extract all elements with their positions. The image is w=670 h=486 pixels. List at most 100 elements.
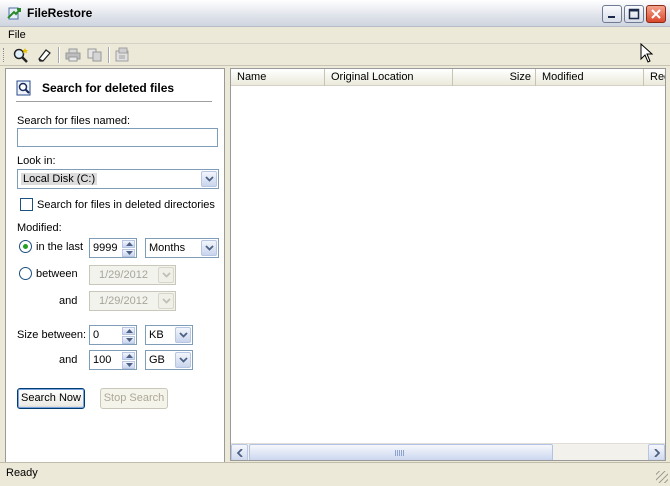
deleted-dirs-checkbox[interactable] [20, 198, 33, 211]
scroll-right-button[interactable] [648, 444, 665, 460]
size-max-spinner[interactable]: 100 [89, 350, 137, 370]
status-bar: Ready [0, 462, 670, 486]
menu-file[interactable]: File [8, 29, 26, 41]
unit-dropdown-button[interactable] [175, 327, 191, 343]
close-button[interactable] [646, 5, 666, 23]
date-picker-button[interactable] [158, 293, 174, 309]
toolbar-grip[interactable] [3, 48, 6, 62]
chevron-down-icon [205, 176, 214, 182]
files-named-input[interactable] [17, 128, 218, 147]
column-header-name[interactable]: Name [231, 69, 325, 86]
size-min-spinner[interactable]: 0 [89, 325, 137, 345]
close-icon [651, 9, 661, 19]
size-max-value: 100 [93, 354, 112, 366]
search-panel: Search for deleted files Search for file… [5, 68, 225, 463]
chevron-down-icon [126, 363, 133, 367]
in-the-last-radio[interactable] [19, 240, 32, 253]
search-files-icon [16, 80, 31, 96]
in-the-last-spinner[interactable]: 9999 [89, 238, 137, 258]
size-and-label: and [59, 354, 78, 366]
chevron-down-icon [179, 332, 188, 338]
chevron-up-icon [126, 354, 133, 358]
chevron-down-icon [162, 272, 171, 278]
spin-down-button[interactable] [122, 361, 135, 369]
app-icon [7, 7, 21, 20]
copy-icon[interactable] [86, 47, 104, 63]
window-title: FileRestore [27, 6, 93, 20]
print-icon[interactable] [64, 47, 82, 63]
column-header-original-location[interactable]: Original Location [325, 69, 453, 86]
between-from-date[interactable]: 1/29/2012 [89, 265, 176, 285]
in-the-last-value: 9999 [93, 242, 118, 254]
horizontal-scrollbar[interactable] [231, 443, 665, 460]
chevron-left-icon [237, 449, 243, 457]
chevron-down-icon [126, 338, 133, 342]
maximize-icon [628, 8, 640, 20]
between-from-value: 1/29/2012 [99, 269, 148, 281]
resize-grip[interactable] [656, 471, 668, 483]
spin-up-button[interactable] [122, 352, 135, 360]
heading-divider [16, 101, 212, 102]
size-between-label: Size between: [17, 329, 87, 341]
properties-icon[interactable] [114, 47, 132, 63]
chevron-down-icon [205, 245, 214, 251]
column-header-size[interactable]: Size [453, 69, 536, 86]
minimize-button[interactable] [602, 5, 622, 23]
results-list[interactable]: Name Original Location Size Modified Rec [230, 68, 666, 461]
size-min-unit-dropdown[interactable]: KB [145, 325, 193, 345]
look-in-dropdown-button[interactable] [201, 171, 217, 187]
chevron-up-icon [126, 329, 133, 333]
size-min-value: 0 [93, 329, 100, 341]
deleted-dirs-label[interactable]: Search for files in deleted directories [37, 199, 215, 211]
minimize-icon [608, 16, 615, 18]
look-in-value: Local Disk (C:) [21, 173, 98, 185]
list-header: Name Original Location Size Modified Rec [231, 69, 665, 86]
scroll-thumb[interactable] [249, 444, 553, 460]
spin-up-button[interactable] [122, 327, 135, 335]
status-text: Ready [6, 467, 38, 479]
toolbar-separator [108, 47, 110, 63]
column-header-modified[interactable]: Modified [536, 69, 644, 86]
look-in-label: Look in: [17, 155, 56, 167]
toolbar [0, 44, 670, 66]
maximize-button[interactable] [624, 5, 644, 23]
unit-dropdown-button[interactable] [175, 352, 191, 368]
in-the-last-label[interactable]: in the last [36, 241, 83, 253]
cursor-icon [640, 43, 654, 63]
menu-bar: File [0, 27, 670, 44]
size-max-unit-value: GB [149, 354, 165, 366]
chevron-down-icon [126, 251, 133, 255]
toolbar-separator [58, 47, 60, 63]
search-now-button[interactable]: Search Now [17, 388, 85, 409]
column-header-rec[interactable]: Rec [644, 69, 665, 86]
chevron-right-icon [654, 449, 660, 457]
between-and-label: and [59, 295, 78, 307]
look-in-dropdown[interactable]: Local Disk (C:) [17, 169, 219, 189]
between-label[interactable]: between [36, 268, 78, 280]
app-window: FileRestore File Search for deleted file… [0, 0, 670, 486]
spin-up-button[interactable] [122, 240, 135, 248]
chevron-down-icon [179, 357, 188, 363]
between-radio[interactable] [19, 267, 32, 280]
size-min-unit-value: KB [149, 329, 164, 341]
spin-down-button[interactable] [122, 249, 135, 257]
size-max-unit-dropdown[interactable]: GB [145, 350, 193, 370]
chevron-down-icon [162, 298, 171, 304]
panel-heading: Search for deleted files [42, 81, 175, 95]
search-icon[interactable] [12, 47, 30, 63]
unit-dropdown-button[interactable] [201, 240, 217, 256]
chevron-up-icon [126, 242, 133, 246]
title-bar[interactable]: FileRestore [0, 0, 670, 27]
thumb-grip [395, 450, 405, 456]
between-to-value: 1/29/2012 [99, 295, 148, 307]
in-the-last-unit-value: Months [149, 242, 186, 254]
in-the-last-unit-dropdown[interactable]: Months [145, 238, 219, 258]
date-picker-button[interactable] [158, 267, 174, 283]
spin-down-button[interactable] [122, 336, 135, 344]
between-to-date[interactable]: 1/29/2012 [89, 291, 176, 311]
modified-label: Modified: [17, 222, 62, 234]
eraser-icon[interactable] [35, 47, 53, 63]
files-named-label: Search for files named: [17, 115, 131, 127]
scroll-left-button[interactable] [231, 444, 248, 460]
stop-search-button[interactable]: Stop Search [100, 388, 168, 409]
